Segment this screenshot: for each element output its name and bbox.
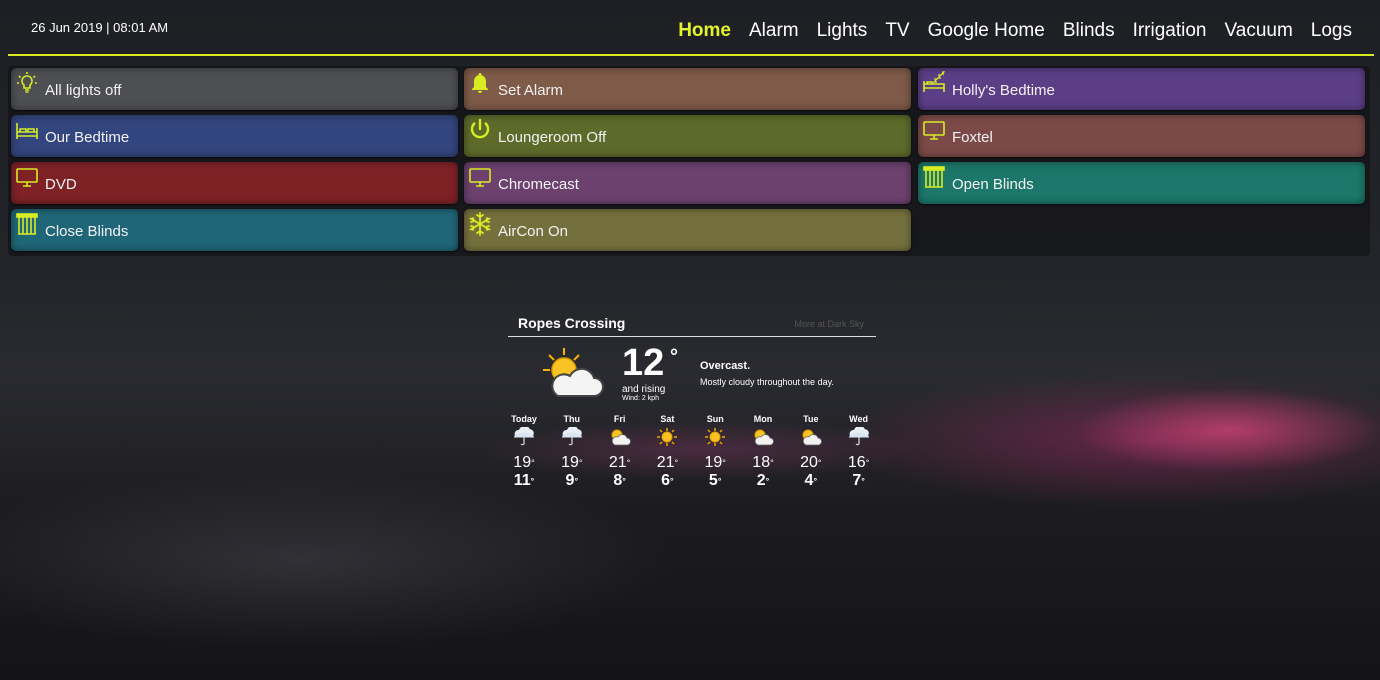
tv-icon	[16, 168, 38, 187]
tile-label: All lights off	[45, 82, 122, 99]
blinds-icon	[923, 166, 945, 188]
bed-icon	[16, 123, 38, 139]
forecast-low: 4°	[804, 472, 818, 489]
current-temperature: 12	[622, 342, 665, 384]
forecast-low: 11°	[513, 472, 535, 489]
forecast-day-name: Tue	[803, 414, 819, 424]
partly-cloudy-icon	[543, 348, 604, 397]
tile-label: Close Blinds	[45, 223, 129, 240]
blinds-icon	[16, 213, 38, 235]
set-alarm-button[interactable]: Set Alarm	[464, 68, 911, 110]
tile-label: AirCon On	[498, 223, 569, 240]
forecast-day-name: Thu	[563, 414, 581, 424]
bell-icon	[472, 73, 488, 93]
nav-lights[interactable]: Lights	[817, 20, 868, 42]
forecast-day-name: Sun	[706, 414, 724, 424]
nav-irrigation[interactable]: Irrigation	[1133, 20, 1207, 42]
forecast-day-name: Fri	[613, 414, 626, 424]
forecast-day-name: Wed	[849, 414, 869, 424]
lightbulb-icon	[17, 72, 37, 93]
weather-location: Ropes Crossing	[518, 315, 626, 331]
top-bar: 26 Jun 2019 | 08:01 AM Home Alarm Lights…	[8, 0, 1374, 56]
partly-cloudy-icon	[609, 427, 631, 447]
chromecast-button[interactable]: Chromecast	[464, 162, 911, 204]
nav-logs[interactable]: Logs	[1311, 20, 1352, 42]
current-condition: Overcast.	[700, 360, 751, 372]
forecast-high: 18°	[752, 454, 774, 471]
dvd-button[interactable]: DVD	[11, 162, 458, 204]
forecast-day-name: Today	[511, 414, 537, 424]
loungeroom-off-button[interactable]: Loungeroom Off	[464, 115, 911, 157]
forecast-day: Sat 21° 6°	[647, 414, 687, 490]
forecast-high: 20°	[800, 454, 822, 471]
forecast-day: Mon 18° 2°	[743, 414, 783, 490]
nav-vacuum[interactable]: Vacuum	[1225, 20, 1293, 42]
partly-cloudy-icon	[800, 427, 822, 447]
tile-label: Open Blinds	[952, 176, 1034, 193]
dark-sky-link[interactable]: More at Dark Sky	[794, 319, 864, 329]
forecast-high: 21°	[656, 454, 679, 471]
tile-label: Set Alarm	[498, 82, 564, 99]
tv-icon	[469, 168, 491, 187]
forecast-high: 21°	[608, 454, 631, 471]
forecast-low: 8°	[613, 472, 626, 489]
partly-cloudy-icon	[752, 427, 774, 447]
nav-blinds[interactable]: Blinds	[1063, 20, 1115, 42]
weather-header: Ropes Crossing More at Dark Sky	[508, 310, 876, 337]
foxtel-button[interactable]: Foxtel	[918, 115, 1365, 157]
sun-icon	[656, 427, 678, 447]
forecast-high: 19°	[561, 454, 583, 471]
rain-icon	[848, 425, 870, 447]
rain-icon	[561, 425, 583, 447]
forecast-day: Fri 21° 8°	[600, 414, 640, 490]
nav-tv[interactable]: TV	[885, 20, 909, 42]
main-nav: Home Alarm Lights TV Google Home Blinds …	[660, 20, 1352, 42]
tile-label: Our Bedtime	[45, 129, 130, 146]
forecast-day-name: Sat	[660, 414, 675, 424]
forecast-day-name: Mon	[753, 414, 773, 424]
forecast-high: 16°	[847, 454, 870, 471]
all-lights-off-button[interactable]: All lights off	[11, 68, 458, 110]
forecast-low: 5°	[708, 472, 722, 489]
nav-alarm[interactable]: Alarm	[749, 20, 799, 42]
forecast-day: Sun 19° 5°	[695, 414, 735, 490]
hollys-bedtime-button[interactable]: Holly's Bedtime	[918, 68, 1365, 110]
wind-speed: Wind: 2 kph	[622, 395, 659, 402]
aircon-on-button[interactable]: AirCon On	[464, 209, 911, 251]
forecast-high: 19°	[513, 454, 535, 471]
temperature-trend: and rising	[622, 384, 666, 395]
tile-label: Foxtel	[952, 129, 993, 146]
forecast-day: Wed 16° 7°	[839, 414, 879, 490]
sun-icon	[704, 427, 726, 447]
forecast-day: Thu 19° 9°	[552, 414, 592, 490]
forecast-low: 2°	[756, 472, 770, 489]
close-blinds-button[interactable]: Close Blinds	[11, 209, 458, 251]
nav-home[interactable]: Home	[678, 20, 731, 42]
scene-button-grid: All lights off Set Alarm Holly's Bedtime…	[8, 66, 1370, 256]
our-bedtime-button[interactable]: Our Bedtime	[11, 115, 458, 157]
tile-label: Chromecast	[498, 176, 579, 193]
forecast-day: Tue 20° 4°	[791, 414, 831, 490]
tile-label: DVD	[45, 176, 77, 193]
degree-symbol: °	[670, 346, 678, 368]
daily-summary: Mostly cloudy throughout the day.	[700, 377, 834, 387]
rain-icon	[513, 425, 535, 447]
open-blinds-button[interactable]: Open Blinds	[918, 162, 1365, 204]
forecast-day: Today 19° 11°	[504, 414, 544, 490]
tv-icon	[923, 121, 945, 140]
snowflake-icon	[469, 212, 491, 236]
forecast-low: 9°	[565, 472, 579, 489]
forecast-low: 6°	[661, 472, 674, 489]
tile-label: Loungeroom Off	[498, 129, 607, 146]
weather-widget: Ropes Crossing More at Dark Sky 12 ° and…	[508, 310, 876, 489]
sleep-bed-icon	[923, 71, 946, 92]
forecast-low: 7°	[852, 472, 865, 489]
forecast-high: 19°	[704, 454, 726, 471]
tile-label: Holly's Bedtime	[952, 82, 1055, 99]
date-time: 26 Jun 2019 | 08:01 AM	[31, 20, 169, 35]
nav-google-home[interactable]: Google Home	[928, 20, 1045, 42]
power-icon	[470, 118, 490, 139]
